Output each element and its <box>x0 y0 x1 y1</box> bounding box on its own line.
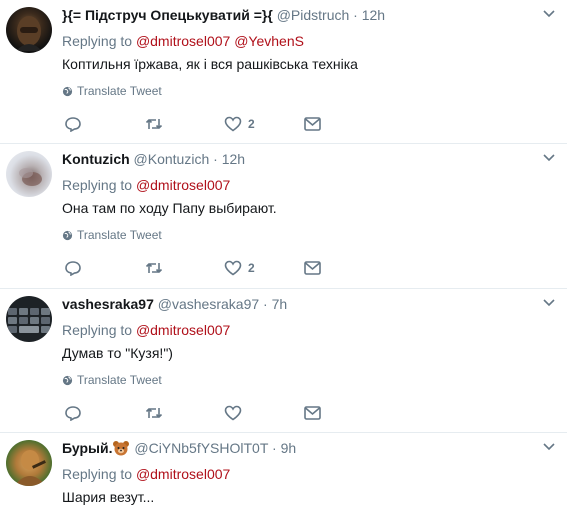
like-icon <box>224 405 242 421</box>
display-name[interactable]: Бурый. <box>62 440 112 456</box>
tweet-text: Она там по ходу Папу выбирают. <box>62 200 277 216</box>
tweet-text: Коптильня їржава, як і вся рашківська те… <box>62 56 358 72</box>
translate-tweet-link[interactable]: Translate Tweet <box>62 84 162 98</box>
separator: · <box>213 151 218 167</box>
timestamp[interactable]: 12h <box>362 7 385 23</box>
reply-icon <box>65 406 81 421</box>
retweet-icon <box>145 119 163 129</box>
display-name[interactable]: vashesraka97 <box>62 296 154 312</box>
like-button[interactable] <box>224 403 248 423</box>
avatar[interactable] <box>6 440 52 486</box>
display-name[interactable]: Kontuzich <box>62 151 130 167</box>
handle[interactable]: @Kontuzich <box>134 151 210 167</box>
reply-button[interactable] <box>65 258 81 278</box>
like-count: 2 <box>248 117 255 131</box>
tweet[interactable]: Бурый. @CiYNb5fYSHOlT0T · 9h Replying to… <box>0 433 567 510</box>
direct-message-icon <box>304 406 321 420</box>
mention-link[interactable]: @dmitrosel007 <box>136 466 230 482</box>
replying-to: Replying to @dmitrosel007 <box>62 466 230 482</box>
retweet-icon <box>145 408 163 418</box>
bear-face-icon <box>113 441 130 456</box>
retweet-icon <box>145 263 163 273</box>
mention-link[interactable]: @dmitrosel007 <box>136 33 230 49</box>
replying-to: Replying to @dmitrosel007 @YevhenS <box>62 33 304 49</box>
direct-message-button[interactable] <box>304 258 321 278</box>
direct-message-icon <box>304 117 321 131</box>
direct-message-button[interactable] <box>304 114 321 134</box>
tweet-actions <box>62 403 362 423</box>
replying-label: Replying to <box>62 466 133 482</box>
like-count: 2 <box>248 261 255 275</box>
mention-link[interactable]: @dmitrosel007 <box>136 322 230 338</box>
tweet-header: vashesraka97 @vashesraka97 · 7h <box>62 296 287 312</box>
chevron-down-icon[interactable] <box>543 443 555 451</box>
globe-icon <box>62 230 73 240</box>
replying-label: Replying to <box>62 322 133 338</box>
chevron-down-icon[interactable] <box>543 10 555 18</box>
mention-link[interactable]: @dmitrosel007 <box>136 177 230 193</box>
like-icon <box>224 260 242 276</box>
tweet-header: }{= Підструч Опецькуватий =}{ @Pidstruch… <box>62 7 385 23</box>
like-button[interactable]: 2 <box>224 258 255 278</box>
timestamp[interactable]: 9h <box>281 440 297 456</box>
retweet-button[interactable] <box>145 403 163 423</box>
translate-tweet-link[interactable]: Translate Tweet <box>62 228 162 242</box>
handle[interactable]: @Pidstruch <box>277 7 350 23</box>
reply-icon <box>65 261 81 276</box>
timestamp[interactable]: 7h <box>272 296 288 312</box>
retweet-button[interactable] <box>145 114 163 134</box>
handle[interactable]: @vashesraka97 <box>158 296 259 312</box>
replying-to: Replying to @dmitrosel007 <box>62 322 230 338</box>
translate-label: Translate Tweet <box>77 373 162 387</box>
globe-icon <box>62 375 73 385</box>
avatar[interactable] <box>6 7 52 53</box>
replying-to: Replying to @dmitrosel007 <box>62 177 230 193</box>
tweet[interactable]: vashesraka97 @vashesraka97 · 7h Replying… <box>0 289 567 432</box>
tweet-header: Kontuzich @Kontuzich · 12h <box>62 151 245 167</box>
separator: · <box>272 440 277 456</box>
avatar[interactable] <box>6 151 52 197</box>
separator: · <box>263 296 268 312</box>
replying-label: Replying to <box>62 33 133 49</box>
translate-label: Translate Tweet <box>77 228 162 242</box>
handle[interactable]: @CiYNb5fYSHOlT0T <box>134 440 268 456</box>
tweet-actions: 2 <box>62 258 362 278</box>
translate-label: Translate Tweet <box>77 84 162 98</box>
chevron-down-icon[interactable] <box>543 299 555 307</box>
tweet-text: Шария везут... <box>62 489 155 505</box>
like-icon <box>224 116 242 132</box>
timestamp[interactable]: 12h <box>222 151 245 167</box>
separator: · <box>353 7 358 23</box>
reply-icon <box>65 117 81 132</box>
reply-button[interactable] <box>65 114 81 134</box>
tweet-header: Бурый. @CiYNb5fYSHOlT0T · 9h <box>62 440 296 456</box>
display-name[interactable]: }{= Підструч Опецькуватий =}{ <box>62 7 273 23</box>
tweet-actions: 2 <box>62 114 362 134</box>
direct-message-icon <box>304 261 321 275</box>
mention-link[interactable]: @YevhenS <box>234 33 304 49</box>
like-button[interactable]: 2 <box>224 114 255 134</box>
tweet[interactable]: }{= Підструч Опецькуватий =}{ @Pidstruch… <box>0 0 567 143</box>
globe-icon <box>62 86 73 96</box>
replying-label: Replying to <box>62 177 133 193</box>
direct-message-button[interactable] <box>304 403 321 423</box>
translate-tweet-link[interactable]: Translate Tweet <box>62 373 162 387</box>
tweet-text: Думав то "Кузя!") <box>62 345 173 361</box>
avatar[interactable] <box>6 296 52 342</box>
retweet-button[interactable] <box>145 258 163 278</box>
reply-button[interactable] <box>65 403 81 423</box>
chevron-down-icon[interactable] <box>543 154 555 162</box>
tweet[interactable]: Kontuzich @Kontuzich · 12h Replying to @… <box>0 144 567 288</box>
